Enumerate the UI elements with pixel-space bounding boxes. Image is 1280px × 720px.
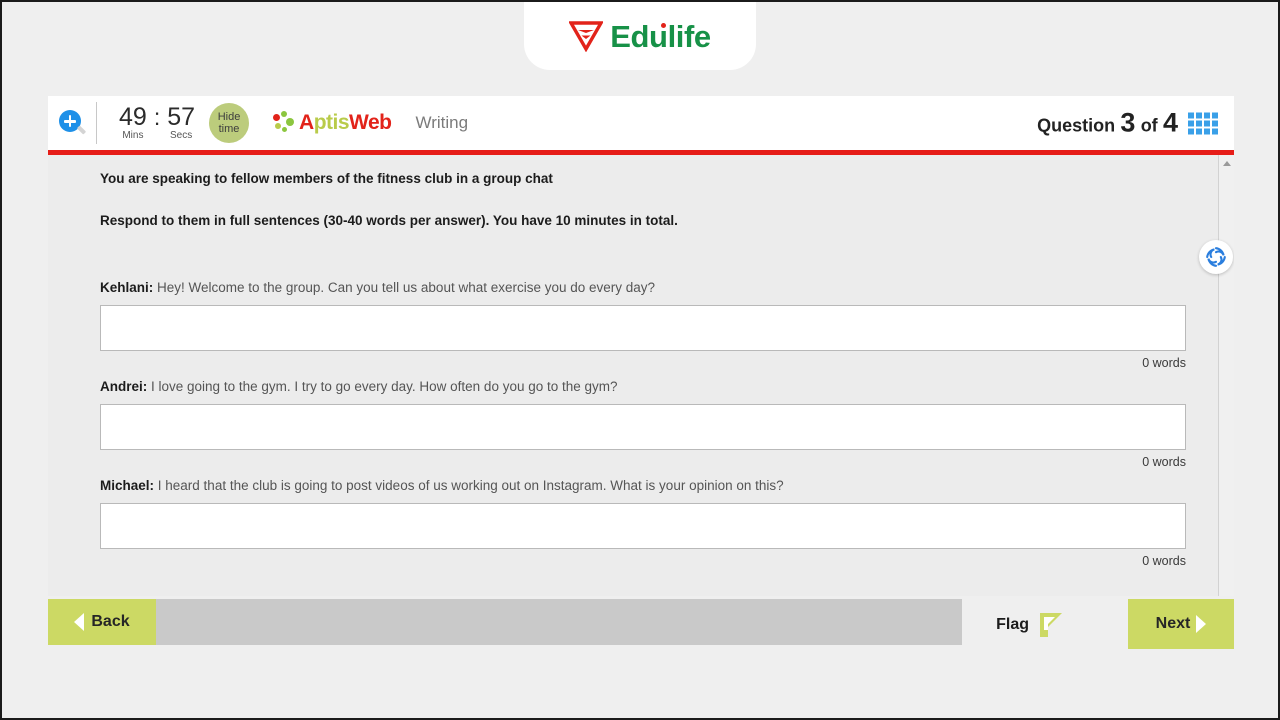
- question-counter-middle: of: [1140, 115, 1158, 136]
- timer-minutes: 49 Mins: [119, 104, 147, 142]
- section-title: Writing: [415, 113, 469, 132]
- question-counter: Question 3 of 4: [1037, 108, 1218, 139]
- answer-input-2[interactable]: [100, 404, 1186, 450]
- chat-prompt: Andrei: I love going to the gym. I try t…: [100, 379, 1182, 394]
- exam-window: 49 Mins : 57 Secs Hide time AptisWeb Wri: [48, 96, 1234, 652]
- chat-speaker: Andrei:: [100, 379, 148, 394]
- exam-footer: Back Flag Next: [48, 596, 1234, 652]
- hide-time-label-line1: Hide: [217, 111, 241, 123]
- word-count-3: 0 words: [1142, 554, 1186, 568]
- timer-seconds-value: 57: [167, 103, 196, 131]
- aptis-logo-ptis: ptis: [313, 111, 350, 134]
- progress-track: [156, 599, 962, 645]
- aptis-dots-icon: [273, 111, 295, 135]
- next-button[interactable]: Next: [1128, 599, 1234, 649]
- brand-accent-dot: [661, 22, 667, 28]
- countdown-timer: 49 Mins : 57 Secs: [97, 104, 207, 142]
- question-counter-total: 4: [1162, 107, 1178, 138]
- hide-time-button[interactable]: Hide time: [209, 103, 250, 143]
- chat-speaker: Kehlani:: [100, 280, 154, 295]
- back-button[interactable]: Back: [48, 599, 156, 645]
- instruction-line-1: You are speaking to fellow members of th…: [100, 171, 553, 186]
- question-counter-text: Question 3 of 4: [1037, 108, 1178, 139]
- word-count-2: 0 words: [1142, 455, 1186, 469]
- flag-icon: [1040, 613, 1062, 637]
- hide-time-label-line2: time: [218, 123, 240, 135]
- aptis-logo-a: A: [299, 111, 314, 134]
- task-content: You are speaking to fellow members of th…: [48, 171, 1234, 568]
- assistant-swirl-button[interactable]: [1199, 240, 1233, 274]
- magnifier-plus-icon: [59, 110, 87, 136]
- timer-seconds: 57 Secs: [167, 104, 195, 142]
- blue-swirl-icon: [1206, 247, 1226, 267]
- chat-message: I heard that the club is going to post v…: [157, 478, 784, 493]
- edulife-triangle-mark-icon: [569, 21, 604, 52]
- instruction-line-2: Respond to them in full sentences (30-40…: [100, 213, 678, 228]
- brand-tab: Edulife: [524, 2, 756, 70]
- answer-input-3[interactable]: [100, 503, 1186, 549]
- flag-button-label: Flag: [996, 616, 1029, 633]
- flag-button[interactable]: Flag: [996, 610, 1066, 640]
- question-grid-icon[interactable]: [1188, 112, 1218, 134]
- chat-prompt: Michael: I heard that the club is going …: [100, 478, 1182, 493]
- timer-minutes-value: 49: [119, 103, 147, 131]
- chat-message: Hey! Welcome to the group. Can you tell …: [157, 280, 656, 295]
- question-counter-prefix: Question: [1037, 115, 1116, 136]
- aptis-logo-web: Web: [349, 111, 392, 134]
- question-counter-current: 3: [1120, 107, 1136, 138]
- timer-seconds-label: Secs: [169, 130, 193, 141]
- chat-message: I love going to the gym. I try to go eve…: [151, 379, 618, 394]
- scroll-up-arrow-icon[interactable]: [1223, 161, 1231, 166]
- triangle-right-icon: [1196, 615, 1207, 633]
- timer-minutes-label: Mins: [122, 130, 144, 141]
- aptisweb-logo: AptisWeb: [273, 111, 392, 135]
- next-button-label: Next: [1155, 615, 1191, 632]
- vertical-scrollbar[interactable]: [1218, 155, 1234, 601]
- triangle-left-icon: [74, 613, 85, 631]
- timer-separator: :: [153, 104, 161, 130]
- chat-prompt: Kehlani: Hey! Welcome to the group. Can …: [100, 280, 1182, 295]
- exam-body: You are speaking to fellow members of th…: [48, 155, 1234, 601]
- brand-strip: Edulife: [2, 2, 1278, 74]
- back-button-label: Back: [91, 613, 130, 630]
- chat-speaker: Michael:: [100, 478, 155, 493]
- brand-name: Edulife: [610, 21, 711, 52]
- aptisweb-wordmark: AptisWeb: [299, 111, 392, 135]
- exam-header: 49 Mins : 57 Secs Hide time AptisWeb Wri: [48, 96, 1234, 150]
- zoom-in-button[interactable]: [48, 96, 96, 150]
- word-count-1: 0 words: [1142, 356, 1186, 370]
- answer-input-1[interactable]: [100, 305, 1186, 351]
